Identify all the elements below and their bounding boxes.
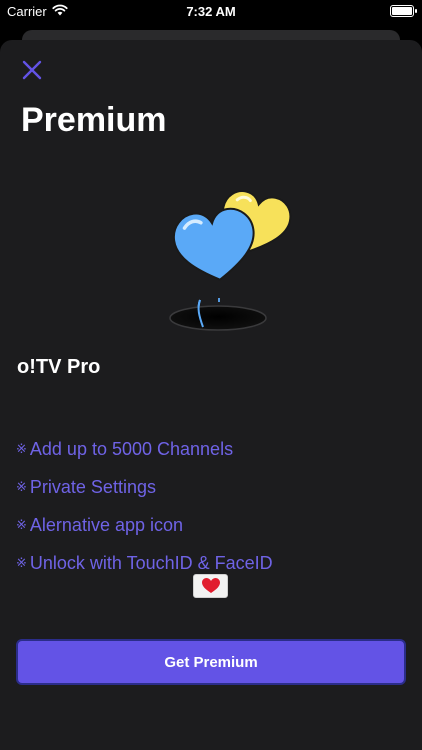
close-icon <box>22 60 42 80</box>
get-premium-button[interactable]: Get Premium <box>16 639 406 685</box>
feature-item: ※ Private Settings <box>16 468 273 506</box>
close-button[interactable] <box>18 56 46 84</box>
feature-list: ※ Add up to 5000 Channels ※ Private Sett… <box>16 430 273 582</box>
feature-text: Alernative app icon <box>29 514 184 535</box>
feature-text: Private Settings <box>29 476 156 497</box>
reference-mark-icon: ※ <box>16 479 27 494</box>
reference-mark-icon: ※ <box>16 441 27 456</box>
love-letter-icon <box>193 574 228 598</box>
feature-item: ※ Unlock with TouchID & FaceID <box>16 544 273 582</box>
battery-icon <box>390 5 417 17</box>
heart-icon <box>201 578 220 593</box>
status-bar: Carrier 7:32 AM <box>0 0 422 24</box>
reference-mark-icon: ※ <box>16 555 27 570</box>
feature-item: ※ Alernative app icon <box>16 506 273 544</box>
feature-text: Add up to 5000 Channels <box>29 438 234 459</box>
hearts-illustration <box>169 190 292 331</box>
product-name: o!TV Pro <box>17 356 101 378</box>
status-time: 7:32 AM <box>186 4 236 19</box>
page-title: Premium <box>21 101 167 139</box>
feature-text: Unlock with TouchID & FaceID <box>29 552 273 573</box>
reference-mark-icon: ※ <box>16 517 27 532</box>
feature-item: ※ Add up to 5000 Channels <box>16 430 273 468</box>
